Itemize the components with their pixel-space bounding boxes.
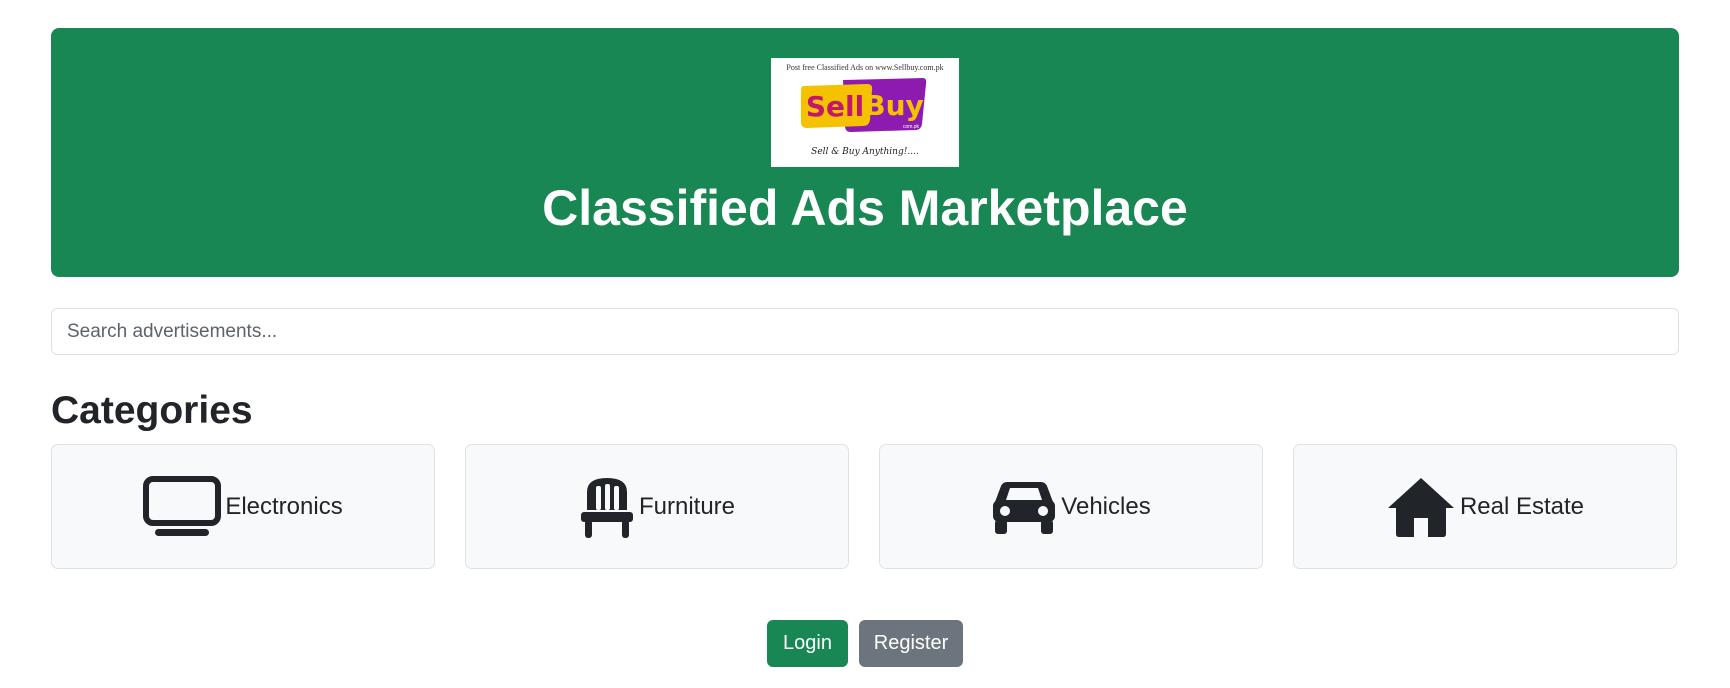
category-card-real-estate[interactable]: Real Estate: [1293, 444, 1677, 569]
logo-tagline-top: Post free Classified Ads on www.Sellbuy.…: [786, 63, 943, 72]
car-icon: [991, 478, 1057, 536]
sellbuy-logo: Post free Classified Ads on www.Sellbuy.…: [771, 58, 959, 167]
search-input[interactable]: [51, 308, 1679, 355]
page-title: Classified Ads Marketplace: [542, 180, 1188, 236]
tv-icon: [143, 475, 222, 538]
logo-word-sell: Sell: [806, 90, 864, 123]
category-card-furniture[interactable]: Furniture: [465, 444, 849, 569]
chair-icon: [579, 476, 635, 538]
logo-tagline-bottom: Sell & Buy Anything!....: [811, 147, 919, 157]
register-button[interactable]: Register: [859, 620, 963, 667]
category-label: Vehicles: [1061, 492, 1151, 520]
category-label: Furniture: [638, 492, 736, 520]
logo-word-buy: Buy: [864, 89, 924, 122]
categories-heading: Categories: [51, 389, 253, 432]
house-icon: [1386, 476, 1456, 538]
category-label: Real Estate: [1459, 492, 1585, 520]
category-label: Electronics: [225, 492, 343, 520]
logo-domain-small: com.pk: [903, 124, 920, 130]
category-card-electronics[interactable]: Electronics: [51, 444, 435, 569]
category-card-vehicles[interactable]: Vehicles: [879, 444, 1263, 569]
page: Post free Classified Ads on www.Sellbuy.…: [0, 0, 1730, 688]
login-button[interactable]: Login: [767, 620, 848, 667]
